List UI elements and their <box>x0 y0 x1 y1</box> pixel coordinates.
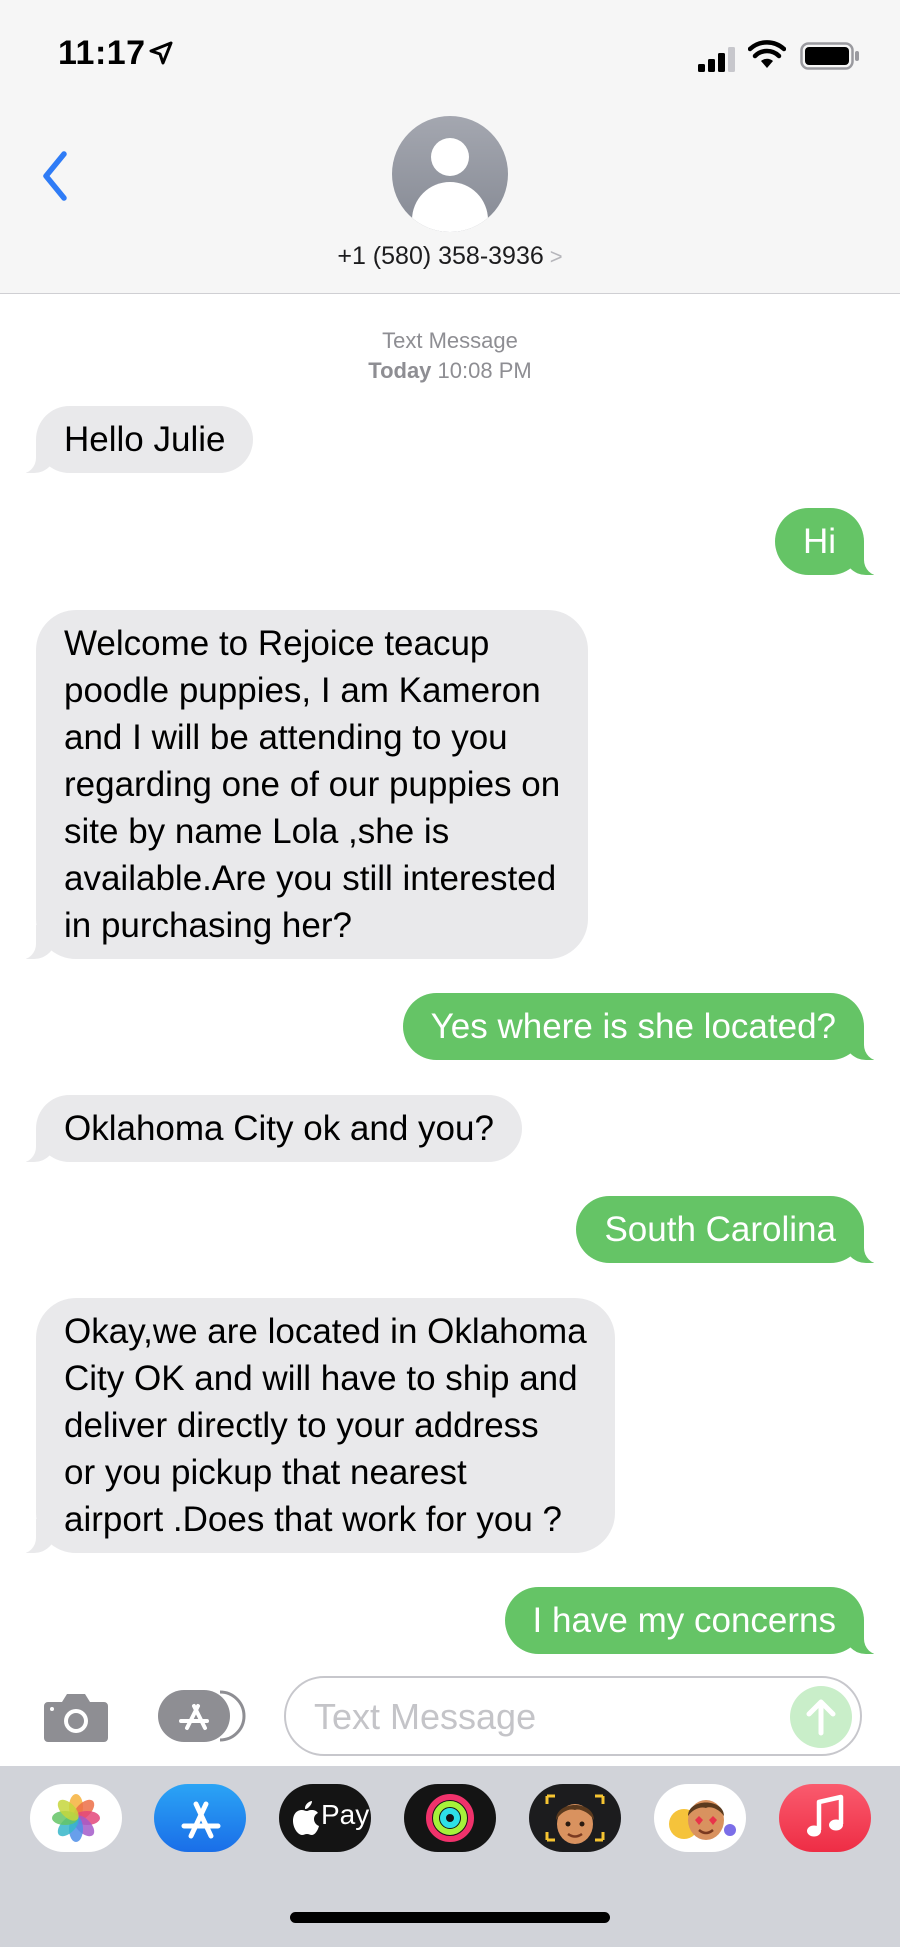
contact-avatar[interactable] <box>392 116 508 232</box>
animoji-stickers-app-button[interactable] <box>654 1784 746 1852</box>
contact-phone-number: +1 (580) 358-3936 <box>337 242 544 270</box>
photos-icon <box>52 1794 100 1842</box>
memoji-app-button[interactable] <box>529 1784 621 1852</box>
battery-icon <box>800 42 859 70</box>
music-app-button[interactable] <box>779 1784 871 1852</box>
cellular-signal-icon <box>698 47 735 72</box>
activity-rings-icon <box>426 1794 474 1842</box>
send-button[interactable] <box>790 1686 852 1748</box>
app-store-icon[interactable] <box>158 1688 246 1744</box>
avatar-body-shape <box>412 182 488 232</box>
send-arrow-icon <box>806 1699 836 1736</box>
app-store-drawer-icon <box>181 1801 221 1839</box>
activity-app-button[interactable] <box>404 1784 496 1852</box>
photos-app-button[interactable] <box>30 1784 122 1852</box>
outgoing-message-bubble[interactable]: Hi <box>774 508 887 576</box>
incoming-message-bubble[interactable]: Welcome to Rejoice teacup poodle puppies… <box>13 610 589 960</box>
animoji-stickers-icon <box>669 1800 736 1840</box>
avatar-head-shape <box>431 138 469 176</box>
thread-day: Today <box>368 358 432 383</box>
apple-pay-app-button[interactable]: Pay <box>279 1784 371 1852</box>
outgoing-message-bubble[interactable]: Yes where is she located? <box>402 993 887 1061</box>
status-bar: 11:17 <box>0 0 900 110</box>
apple-pay-label: Pay <box>321 1799 370 1830</box>
thread-datetime: Today 10:08 PM <box>0 356 900 386</box>
thread-timestamp: Text Message Today 10:08 PM <box>0 326 900 386</box>
thread-service-label: Text Message <box>382 328 518 353</box>
outgoing-message-bubble[interactable]: I have my concerns <box>504 1587 887 1655</box>
message-text-field[interactable] <box>284 1676 862 1756</box>
incoming-message-bubble[interactable]: Okay,we are located in Oklahoma City OK … <box>14 1298 615 1554</box>
app-store-app-button[interactable] <box>154 1784 246 1852</box>
message-input[interactable] <box>314 1696 754 1738</box>
camera-icon[interactable] <box>42 1690 110 1744</box>
incoming-message-bubble[interactable]: Oklahoma City ok and you? <box>14 1095 522 1163</box>
conversation-header: +1 (580) 358-3936 > <box>0 110 900 294</box>
back-chevron-icon[interactable] <box>36 146 76 206</box>
incoming-message-bubble[interactable]: Hello Julie <box>13 406 254 474</box>
contact-name-button[interactable]: +1 (580) 358-3936 > <box>0 242 900 271</box>
imessage-app-drawer: Pay <box>0 1766 900 1947</box>
status-time: 11:17 <box>58 34 146 72</box>
outgoing-message-bubble[interactable]: South Carolina <box>576 1196 886 1264</box>
thread-time: 10:08 PM <box>437 358 532 383</box>
memoji-icon <box>545 1794 605 1844</box>
music-note-icon <box>807 1794 844 1837</box>
home-indicator[interactable] <box>290 1912 610 1923</box>
compose-bar <box>0 1662 900 1766</box>
contact-chevron-icon: > <box>549 244 563 269</box>
location-arrow-icon <box>149 41 173 65</box>
wifi-icon <box>748 40 786 68</box>
